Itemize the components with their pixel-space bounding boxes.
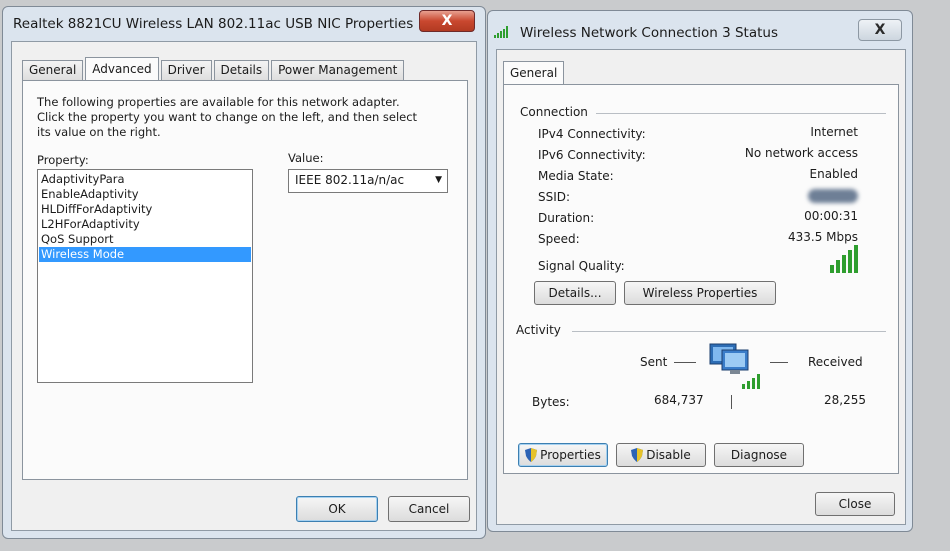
cancel-button-label: Cancel xyxy=(408,502,450,516)
ipv4-value: Internet xyxy=(810,125,858,139)
chevron-down-icon: ▼ xyxy=(435,175,442,185)
list-item[interactable]: L2HForAdaptivity xyxy=(39,217,251,232)
signal-bar xyxy=(854,245,858,273)
speed-label: Speed: xyxy=(538,232,580,246)
connection-heading: Connection xyxy=(520,105,588,119)
tab-driver[interactable]: Driver xyxy=(160,60,212,80)
received-line xyxy=(770,362,788,363)
activity-heading: Activity xyxy=(516,323,561,337)
bytes-sent-value: 684,737 xyxy=(654,393,704,407)
adapter-properties-window: Realtek 8821CU Wireless LAN 802.11ac USB… xyxy=(2,6,486,539)
close-button[interactable]: Close xyxy=(815,492,895,516)
activity-divider xyxy=(572,331,886,332)
speed-value: 433.5 Mbps xyxy=(787,230,858,244)
ok-button-label: OK xyxy=(328,502,346,516)
bytes-separator xyxy=(731,395,732,409)
list-item[interactable]: HLDiffForAdaptivity xyxy=(39,202,251,217)
sent-line xyxy=(674,362,696,363)
list-item[interactable]: AdaptivityPara xyxy=(39,172,251,187)
wireless-properties-button[interactable]: Wireless Properties xyxy=(624,281,776,305)
shield-icon xyxy=(525,448,538,462)
close-icon: X xyxy=(874,22,886,38)
status-titlebar[interactable]: Wireless Network Connection 3 Status X xyxy=(488,11,912,45)
duration-label: Duration: xyxy=(538,211,595,225)
network-computers-icon xyxy=(709,343,760,389)
tab-general[interactable]: General xyxy=(22,60,84,80)
shield-icon xyxy=(631,448,644,462)
property-listbox[interactable]: AdaptivityPara EnableAdaptivity HLDiffFo… xyxy=(37,169,253,383)
status-window-title: Wireless Network Connection 3 Status xyxy=(520,25,779,41)
adapter-client-area: General Advanced Driver Details Power Ma… xyxy=(11,41,477,531)
received-label: Received xyxy=(808,355,863,369)
value-label: Value: xyxy=(288,151,324,165)
connection-status-window: Wireless Network Connection 3 Status X G… xyxy=(487,10,913,532)
signal-quality-bars xyxy=(830,245,858,273)
property-label: Property: xyxy=(37,153,89,167)
diagnose-button[interactable]: Diagnose xyxy=(714,443,804,467)
signal-bar xyxy=(848,250,852,273)
tab-general[interactable]: General xyxy=(503,61,565,85)
adapter-close-button[interactable]: X xyxy=(419,10,475,32)
details-button[interactable]: Details... xyxy=(534,281,616,305)
adapter-tab-strip: General Advanced Driver Details Power Ma… xyxy=(22,56,406,81)
advanced-description: The following properties are available f… xyxy=(37,95,418,139)
bytes-label: Bytes: xyxy=(532,395,570,409)
status-tab-strip: General xyxy=(503,60,566,85)
list-item[interactable]: EnableAdaptivity xyxy=(39,187,251,202)
tab-details[interactable]: Details xyxy=(213,60,270,80)
adapter-titlebar[interactable]: Realtek 8821CU Wireless LAN 802.11ac USB… xyxy=(3,7,485,41)
ok-button[interactable]: OK xyxy=(296,496,378,522)
connection-divider xyxy=(596,113,886,114)
ssid-label: SSID: xyxy=(538,190,571,204)
list-item-selected[interactable]: Wireless Mode xyxy=(39,247,251,262)
duration-value: 00:00:31 xyxy=(804,209,858,223)
signal-quality-label: Signal Quality: xyxy=(538,259,625,273)
wireless-properties-button-label: Wireless Properties xyxy=(642,286,758,300)
signal-bar xyxy=(842,255,846,273)
tab-power-management[interactable]: Power Management xyxy=(271,60,405,80)
properties-button[interactable]: Properties xyxy=(518,443,608,467)
advanced-tab-panel: The following properties are available f… xyxy=(22,80,468,480)
bytes-received-value: 28,255 xyxy=(824,393,866,407)
properties-button-label: Properties xyxy=(540,448,601,462)
value-dropdown-text: IEEE 802.11a/n/ac xyxy=(295,173,405,187)
wireless-signal-icon xyxy=(494,26,508,38)
close-button-label: Close xyxy=(838,497,872,511)
media-state-value: Enabled xyxy=(809,167,859,181)
signal-bar xyxy=(836,260,840,273)
value-dropdown[interactable]: IEEE 802.11a/n/ac ▼ xyxy=(288,169,448,193)
list-item[interactable]: QoS Support xyxy=(39,232,251,247)
sent-label: Sent xyxy=(640,355,668,369)
cancel-button[interactable]: Cancel xyxy=(388,496,470,522)
general-tab-panel: Connection IPv4 Connectivity: Internet I… xyxy=(503,84,899,474)
status-close-x-button[interactable]: X xyxy=(858,19,902,41)
signal-bar xyxy=(830,265,834,273)
diagnose-button-label: Diagnose xyxy=(730,448,788,462)
status-client-area: General Connection IPv4 Connectivity: In… xyxy=(496,49,906,525)
disable-button-label: Disable xyxy=(646,448,691,462)
ipv6-value: No network access xyxy=(744,146,858,160)
media-state-label: Media State: xyxy=(538,169,614,183)
tab-advanced[interactable]: Advanced xyxy=(85,57,159,81)
ipv6-label: IPv6 Connectivity: xyxy=(538,148,646,162)
disable-button[interactable]: Disable xyxy=(616,443,706,467)
details-button-label: Details... xyxy=(548,286,602,300)
ipv4-label: IPv4 Connectivity: xyxy=(538,127,646,141)
close-icon: X xyxy=(441,13,453,29)
ssid-value-redacted xyxy=(808,189,858,203)
adapter-window-title: Realtek 8821CU Wireless LAN 802.11ac USB… xyxy=(13,16,414,32)
